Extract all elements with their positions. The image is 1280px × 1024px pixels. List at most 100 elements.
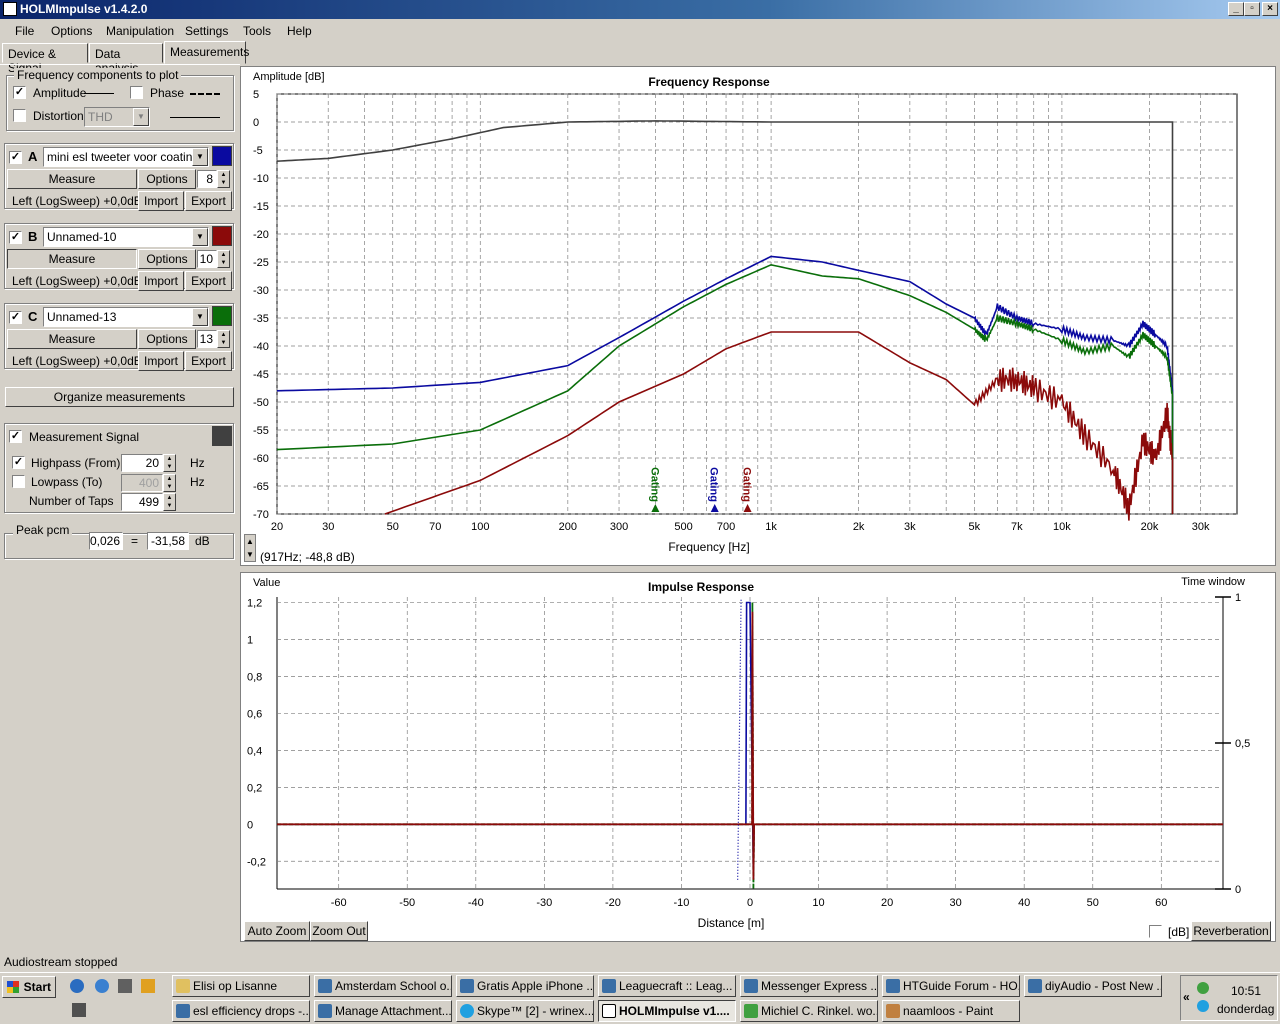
menu-file[interactable]: File <box>15 24 34 38</box>
task-button[interactable]: Manage Attachment... <box>314 1000 452 1022</box>
zoom-out-button[interactable]: Zoom Out <box>310 921 368 941</box>
gating-marker[interactable] <box>743 504 752 512</box>
freq-x-tick: 50 <box>387 521 399 533</box>
desktop-icon[interactable] <box>70 979 84 993</box>
channel-b-import-button[interactable]: Import <box>138 271 184 291</box>
channel-c-name-select[interactable]: Unnamed-13 ▼ <box>43 307 209 327</box>
channel-a-color-swatch[interactable] <box>212 146 232 166</box>
browser-icon[interactable] <box>95 979 109 993</box>
app-quicklaunch-icon[interactable] <box>118 979 132 993</box>
maximize-button[interactable]: ▫ <box>1244 2 1260 16</box>
impulse-response-chart[interactable]: Value Impulse Response Time window Dista… <box>241 573 1275 941</box>
task-button[interactable]: Skype™ [2] - wrinex... <box>456 1000 594 1022</box>
channel-a-name-select[interactable]: mini esl tweeter voor coating ▼ <box>43 147 209 167</box>
taps-spinner[interactable]: ▲ ▼ <box>163 493 176 511</box>
task-button[interactable]: diyAudio - Post New ... <box>1024 975 1162 997</box>
chevron-down-icon: ▼ <box>192 228 208 246</box>
channel-c-average-count[interactable]: 13 <box>197 330 217 348</box>
lowpass-input[interactable]: 400 <box>121 474 163 492</box>
gating-marker[interactable] <box>651 504 660 512</box>
menu-options[interactable]: Options <box>51 24 92 38</box>
channel-b-measure-button[interactable]: Measure <box>7 249 137 269</box>
freq-series-line <box>276 255 1174 514</box>
skype-tray-icon[interactable] <box>1197 1000 1209 1012</box>
channel-b-source: Left (LogSweep) +0,0dB <box>12 274 142 288</box>
distortion-type-select[interactable]: THD ▼ <box>84 107 150 127</box>
organize-measurements-button[interactable]: Organize measurements <box>5 387 234 407</box>
tab-device-signal[interactable]: Device & Signal <box>2 43 88 75</box>
imp-time-window-label: Time window <box>1181 576 1245 588</box>
channel-b-checkbox[interactable]: ✓ <box>9 231 22 244</box>
tool-quicklaunch-icon[interactable] <box>141 979 155 993</box>
tab-data-analysis[interactable]: Data analysis <box>89 43 163 75</box>
imp-y-tick: -0,2 <box>247 856 266 868</box>
clock-time: 10:51 <box>1231 984 1262 998</box>
lowpass-checkbox[interactable] <box>12 475 25 488</box>
task-button[interactable]: Leaguecraft :: Leag... <box>598 975 736 997</box>
channel-c-export-button[interactable]: Export <box>185 351 232 371</box>
task-button[interactable]: esl efficiency drops -... <box>172 1000 310 1022</box>
tray-expand-icon[interactable]: « <box>1183 990 1190 1004</box>
highpass-spinner[interactable]: ▲ ▼ <box>163 454 176 472</box>
task-button[interactable]: Elisi op Lisanne <box>172 975 310 997</box>
tab-measurements[interactable]: Measurements <box>164 41 249 64</box>
distortion-checkbox[interactable] <box>13 109 26 122</box>
channel-b-export-button[interactable]: Export <box>185 271 232 291</box>
menu-settings[interactable]: Settings <box>185 24 228 38</box>
close-button[interactable]: × <box>1262 2 1278 16</box>
task-button[interactable]: HTGuide Forum - HO... <box>882 975 1020 997</box>
channel-b-spinner[interactable]: ▲ ▼ <box>217 250 230 268</box>
channel-a-export-button[interactable]: Export <box>185 191 232 211</box>
channel-a-options-button[interactable]: Options <box>138 169 196 189</box>
channel-c-letter: C <box>28 309 38 324</box>
menu-help[interactable]: Help <box>287 24 312 38</box>
reverberation-button[interactable]: Reverberation <box>1191 921 1271 941</box>
db-checkbox[interactable] <box>1149 925 1162 938</box>
freq-scroll-arrows[interactable]: ▲ ▼ <box>244 534 256 562</box>
task-button[interactable]: Michiel C. Rinkel. wo... <box>740 1000 878 1022</box>
channel-a-measure-button[interactable]: Measure <box>7 169 137 189</box>
channel-b-options-button[interactable]: Options <box>138 249 196 269</box>
freq-y-tick: -20 <box>253 229 269 241</box>
channel-c-checkbox[interactable]: ✓ <box>9 311 22 324</box>
messenger-icon <box>744 1004 758 1018</box>
measurement-signal-checkbox[interactable]: ✓ <box>9 430 22 443</box>
channel-c-measure-button[interactable]: Measure <box>7 329 137 349</box>
channel-b-name-select[interactable]: Unnamed-10 ▼ <box>43 227 209 247</box>
frequency-response-panel[interactable]: Amplitude [dB] Frequency Response Freque… <box>240 66 1276 566</box>
start-button[interactable]: Start <box>2 976 56 998</box>
highpass-input[interactable]: 20 <box>121 454 163 472</box>
meter-quicklaunch-icon[interactable] <box>72 1003 86 1017</box>
channel-a-checkbox[interactable]: ✓ <box>9 151 22 164</box>
amplitude-checkbox[interactable]: ✓ <box>13 86 26 99</box>
task-button[interactable]: naamloos - Paint <box>882 1000 1020 1022</box>
task-button[interactable]: Messenger Express ... <box>740 975 878 997</box>
channel-c-spinner[interactable]: ▲ ▼ <box>217 330 230 348</box>
gating-marker[interactable] <box>710 504 719 512</box>
minimize-button[interactable]: _ <box>1228 2 1244 16</box>
auto-zoom-button[interactable]: Auto Zoom <box>244 921 310 941</box>
taps-input[interactable]: 499 <box>121 493 163 511</box>
channel-b-average-count[interactable]: 10 <box>197 250 217 268</box>
task-button-active[interactable]: HOLMImpulse v1.... <box>598 1000 736 1022</box>
amplitude-label: Amplitude <box>33 86 87 100</box>
messenger-tray-icon[interactable] <box>1197 982 1209 994</box>
task-button[interactable]: Amsterdam School o... <box>314 975 452 997</box>
frequency-response-chart[interactable]: Amplitude [dB] Frequency Response Freque… <box>241 67 1275 565</box>
menu-tools[interactable]: Tools <box>243 24 271 38</box>
impulse-response-panel[interactable]: Value Impulse Response Time window Dista… <box>240 572 1276 942</box>
channel-c-color-swatch[interactable] <box>212 306 232 326</box>
channel-a-import-button[interactable]: Import <box>138 191 184 211</box>
task-button[interactable]: Gratis Apple iPhone ... <box>456 975 594 997</box>
channel-a-average-count[interactable]: 8 <box>197 170 217 188</box>
channel-a-spinner[interactable]: ▲ ▼ <box>217 170 230 188</box>
time-window-marker[interactable] <box>737 598 742 880</box>
channel-b-color-swatch[interactable] <box>212 226 232 246</box>
channel-c-import-button[interactable]: Import <box>138 351 184 371</box>
menu-manipulation[interactable]: Manipulation <box>106 24 174 38</box>
highpass-checkbox[interactable]: ✓ <box>12 456 25 469</box>
lowpass-spinner[interactable]: ▲ ▼ <box>163 474 176 492</box>
measurement-signal-color-swatch[interactable] <box>212 426 232 446</box>
channel-c-options-button[interactable]: Options <box>138 329 196 349</box>
phase-checkbox[interactable] <box>130 86 143 99</box>
